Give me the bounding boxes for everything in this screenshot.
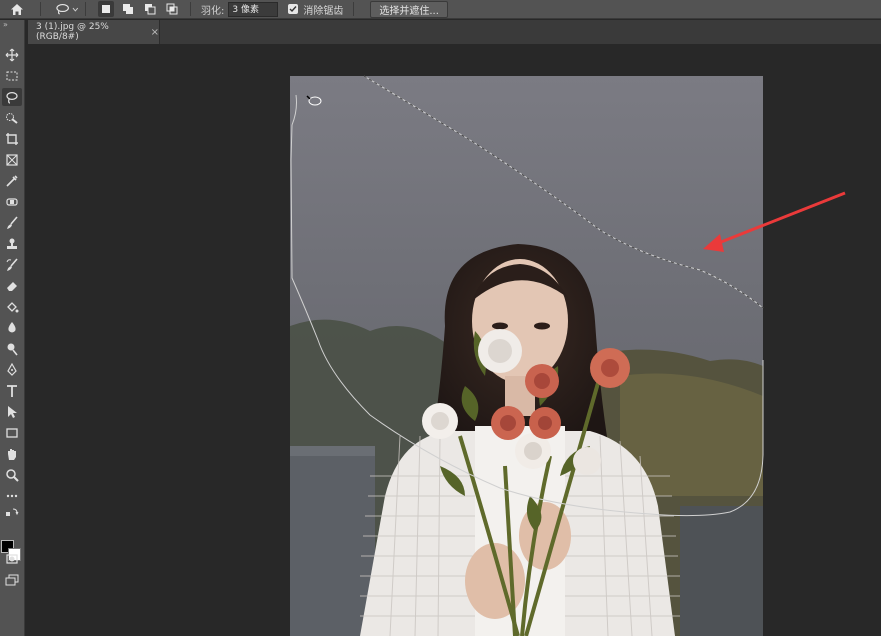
- droplet-icon: [8, 322, 16, 333]
- clone-stamp-tool[interactable]: [2, 235, 22, 253]
- add-selection-icon: [123, 4, 133, 14]
- lasso-tool[interactable]: [2, 88, 22, 106]
- stamp-icon: [7, 238, 17, 249]
- new-selection-icon: [102, 5, 110, 13]
- screen-mode-button[interactable]: [2, 571, 22, 589]
- chevron-down-icon: [72, 7, 79, 12]
- lasso-icon: [56, 4, 69, 15]
- tools-panel: »: [0, 20, 25, 636]
- swap-colors-icon: [6, 508, 19, 516]
- arrow-cursor-icon: [8, 406, 17, 418]
- expand-panel-icon[interactable]: »: [0, 20, 25, 32]
- blur-tool[interactable]: [2, 319, 22, 337]
- eraser-tool[interactable]: [2, 277, 22, 295]
- options-bar: 羽化: 3 像素 消除锯齿 选择并遮住...: [0, 0, 881, 19]
- photoshop-window: 羽化: 3 像素 消除锯齿 选择并遮住... 3 (1).jpg @ 25%(R…: [0, 0, 881, 636]
- quick-mask-icon: [6, 554, 18, 564]
- move-icon: [5, 48, 19, 62]
- dodge-icon: [7, 343, 18, 356]
- separator: [40, 2, 41, 16]
- paint-bucket-tool[interactable]: [2, 298, 22, 316]
- more-icon: [6, 494, 18, 498]
- hand-icon: [8, 449, 16, 460]
- rectangle-icon: [6, 428, 18, 438]
- select-and-mask-button[interactable]: 选择并遮住...: [370, 0, 448, 18]
- document-tab-strip: 3 (1).jpg @ 25%(RGB/8#) ×: [28, 20, 881, 44]
- frame-tool[interactable]: [2, 151, 22, 169]
- bandage-icon: [6, 198, 18, 206]
- eyedropper-icon: [6, 175, 18, 187]
- move-tool[interactable]: [2, 46, 22, 64]
- quick-mask-button[interactable]: [2, 550, 22, 568]
- antialias-checkbox[interactable]: [288, 4, 299, 14]
- eraser-icon: [7, 282, 17, 291]
- new-selection-button[interactable]: [98, 1, 114, 17]
- document-tab[interactable]: 3 (1).jpg @ 25%(RGB/8#) ×: [28, 20, 160, 44]
- separator: [353, 2, 355, 16]
- type-tool[interactable]: [2, 382, 22, 400]
- rectangle-tool[interactable]: [2, 424, 22, 442]
- brush-icon: [7, 216, 18, 229]
- antialias-label: 消除锯齿: [303, 5, 344, 17]
- separator: [190, 2, 191, 16]
- lasso-icon: [6, 91, 18, 104]
- tool-preset-picker[interactable]: [47, 0, 79, 19]
- quick-selection-tool[interactable]: [2, 109, 22, 127]
- crop-icon: [6, 133, 18, 145]
- feather-label: 羽化:: [201, 5, 225, 17]
- screen-mode-icon: [5, 574, 19, 586]
- path-selection-tool[interactable]: [2, 403, 22, 421]
- separator: [85, 2, 86, 16]
- paint-bucket-icon: [7, 302, 19, 313]
- dodge-tool[interactable]: [2, 340, 22, 358]
- pen-icon: [7, 363, 17, 376]
- home-icon: [11, 3, 23, 15]
- crop-tool[interactable]: [2, 130, 22, 148]
- intersect-selection-button[interactable]: [164, 1, 180, 17]
- pen-tool[interactable]: [2, 361, 22, 379]
- add-to-selection-button[interactable]: [120, 1, 136, 17]
- document-canvas[interactable]: [290, 76, 763, 636]
- marquee-tool[interactable]: [2, 67, 22, 85]
- subtract-selection-icon: [145, 4, 156, 15]
- rectangle-marquee-icon: [6, 71, 18, 81]
- history-brush-tool[interactable]: [2, 256, 22, 274]
- photo-image: [290, 76, 763, 636]
- eyedropper-tool[interactable]: [2, 172, 22, 190]
- frame-icon: [6, 154, 18, 166]
- checkmark-icon: [289, 6, 297, 13]
- magnifier-icon: [6, 469, 19, 482]
- hand-tool[interactable]: [2, 445, 22, 463]
- subtract-from-selection-button[interactable]: [142, 1, 158, 17]
- document-tab-title: 3 (1).jpg @ 25%(RGB/8#): [36, 22, 109, 42]
- history-brush-icon: [6, 258, 18, 271]
- intersect-selection-icon: [166, 3, 178, 15]
- healing-brush-tool[interactable]: [2, 193, 22, 211]
- close-icon[interactable]: ×: [151, 27, 159, 38]
- feather-input[interactable]: 3 像素: [228, 1, 279, 17]
- home-button[interactable]: [0, 0, 34, 19]
- quick-selection-icon: [6, 113, 18, 124]
- brush-tool[interactable]: [2, 214, 22, 232]
- edit-toolbar-button[interactable]: [2, 487, 22, 505]
- type-icon: [7, 385, 17, 397]
- zoom-tool[interactable]: [2, 466, 22, 484]
- default-colors-button[interactable]: [2, 506, 22, 520]
